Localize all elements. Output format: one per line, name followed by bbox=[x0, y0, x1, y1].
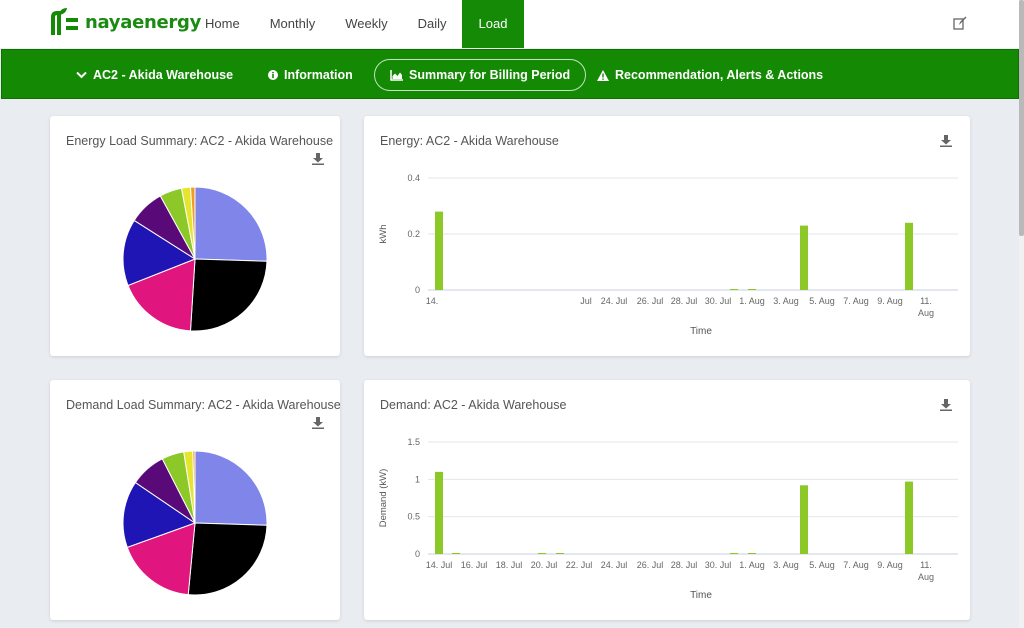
x-axis-label: Time bbox=[690, 326, 712, 337]
main-nav: Home Monthly Weekly Daily Load bbox=[190, 0, 525, 48]
y-tick-label: 1.5 bbox=[407, 437, 420, 447]
summary-billing-period-label: Summary for Billing Period bbox=[409, 68, 571, 82]
chevron-down-icon bbox=[76, 71, 87, 79]
x-tick-label: 1. Aug bbox=[739, 560, 765, 570]
x-tick-label: 30. Jul bbox=[705, 560, 732, 570]
logo[interactable]: nayaenergy bbox=[50, 6, 201, 38]
recommendation-alerts-label: Recommendation, Alerts & Actions bbox=[615, 68, 824, 82]
y-tick-label: 0.2 bbox=[407, 229, 420, 239]
energy-load-summary-card: Energy Load Summary: AC2 - Akida Warehou… bbox=[50, 116, 340, 356]
x-tick-label: 9. Aug bbox=[877, 296, 903, 306]
y-axis-label: kWh bbox=[378, 225, 389, 244]
information-link[interactable]: Information bbox=[268, 50, 353, 100]
pie-slice[interactable] bbox=[189, 258, 268, 332]
x-tick-label: 5. Aug bbox=[809, 560, 835, 570]
x-tick-label: 7. Aug bbox=[843, 560, 869, 570]
x-tick-label: 30. Jul bbox=[705, 296, 732, 306]
logo-text: nayaenergy bbox=[85, 11, 202, 33]
x-tick-label: 3. Aug bbox=[773, 560, 799, 570]
energy-bar-chart: 0 0.2 0.4 kWh Time 14. Jul 24. Jul 26. Jul 28. Ju… bbox=[378, 173, 958, 337]
x-tick-label: 24. Jul bbox=[601, 296, 628, 306]
bar[interactable] bbox=[800, 485, 808, 554]
bar[interactable] bbox=[435, 211, 443, 290]
page-scrollbar[interactable] bbox=[1019, 0, 1024, 628]
demand-bar-chart: 0 0.5 1 1.5 Demand (kW) Time 14. Jul 16. Jul 18.… bbox=[378, 437, 958, 601]
edit-icon[interactable] bbox=[953, 16, 967, 30]
bar[interactable] bbox=[905, 481, 913, 554]
bar[interactable] bbox=[800, 225, 808, 290]
x-tick-label: 14. Jul bbox=[426, 560, 453, 570]
x-tick-label: 9. Aug bbox=[877, 560, 903, 570]
site-selector-dropdown[interactable]: AC2 - Akida Warehouse bbox=[76, 50, 233, 100]
x-tick-label: 24. Jul bbox=[601, 560, 628, 570]
bar[interactable] bbox=[452, 553, 460, 554]
info-circle-icon bbox=[268, 70, 278, 80]
nav-weekly[interactable]: Weekly bbox=[330, 0, 402, 48]
top-navbar: nayaenergy Home Monthly Weekly Daily Loa… bbox=[0, 0, 1020, 48]
bar[interactable] bbox=[730, 289, 738, 290]
demand-pie-chart bbox=[122, 450, 268, 596]
x-tick-label: 28. Jul bbox=[671, 296, 698, 306]
y-tick-label: 1 bbox=[415, 474, 420, 484]
y-axis-label: Demand (kW) bbox=[378, 469, 389, 528]
nav-home[interactable]: Home bbox=[190, 0, 255, 48]
x-tick-label: 26. Jul bbox=[637, 560, 664, 570]
x-tick-label: 5. Aug bbox=[809, 296, 835, 306]
nav-monthly[interactable]: Monthly bbox=[255, 0, 331, 48]
x-tick-label: 14. bbox=[426, 296, 439, 306]
energy-pie-chart bbox=[122, 186, 268, 332]
nav-daily[interactable]: Daily bbox=[403, 0, 462, 48]
bar[interactable] bbox=[730, 553, 738, 554]
nav-load[interactable]: Load bbox=[461, 0, 525, 48]
demand-load-summary-card: Demand Load Summary: AC2 - Akida Warehou… bbox=[50, 380, 341, 620]
site-selector-label: AC2 - Akida Warehouse bbox=[93, 68, 234, 82]
demand-chart-card: Demand: AC2 - Akida Warehouse 0 0.5 1 1.5 De… bbox=[364, 380, 970, 620]
area-chart-icon bbox=[390, 69, 403, 81]
x-tick-label: Jul bbox=[580, 296, 592, 306]
x-axis-label: Time bbox=[690, 590, 712, 601]
summary-billing-period-button[interactable]: Summary for Billing Period bbox=[374, 59, 587, 91]
x-tick-label: 18. Jul bbox=[496, 560, 523, 570]
x-tick-label: 7. Aug bbox=[843, 296, 869, 306]
x-tick-label: 3. Aug bbox=[773, 296, 799, 306]
warning-icon bbox=[597, 69, 609, 81]
x-tick-label: 11. Aug bbox=[918, 560, 934, 582]
pie-slice[interactable] bbox=[194, 186, 268, 262]
scrollbar-thumb[interactable] bbox=[1019, 0, 1024, 236]
bar[interactable] bbox=[748, 289, 756, 290]
y-tick-label: 0.5 bbox=[407, 512, 420, 522]
bar[interactable] bbox=[556, 553, 564, 554]
y-tick-label: 0 bbox=[415, 549, 420, 559]
y-tick-label: 0.4 bbox=[407, 173, 420, 183]
sub-navbar: AC2 - Akida Warehouse Information Summar… bbox=[1, 49, 1019, 99]
x-tick-label: 26. Jul bbox=[637, 296, 664, 306]
x-tick-label: 22. Jul bbox=[566, 560, 593, 570]
bar[interactable] bbox=[538, 553, 546, 554]
x-tick-label: 28. Jul bbox=[671, 560, 698, 570]
x-tick-label: 20. Jul bbox=[531, 560, 558, 570]
y-tick-label: 0 bbox=[415, 285, 420, 295]
x-tick-label: 11. Aug bbox=[918, 296, 934, 318]
x-tick-label: 1. Aug bbox=[739, 296, 765, 306]
leaf-logo-icon bbox=[51, 8, 78, 35]
bar[interactable] bbox=[905, 222, 913, 290]
energy-chart-card: Energy: AC2 - Akida Warehouse 0 0.2 0.4 kWh… bbox=[364, 116, 970, 356]
pie-slice[interactable] bbox=[194, 450, 268, 526]
recommendation-alerts-link[interactable]: Recommendation, Alerts & Actions bbox=[597, 50, 823, 100]
bar[interactable] bbox=[748, 553, 756, 554]
information-label: Information bbox=[284, 68, 353, 82]
bar[interactable] bbox=[435, 471, 443, 554]
x-tick-label: 16. Jul bbox=[461, 560, 488, 570]
pie-slice[interactable] bbox=[187, 522, 268, 596]
